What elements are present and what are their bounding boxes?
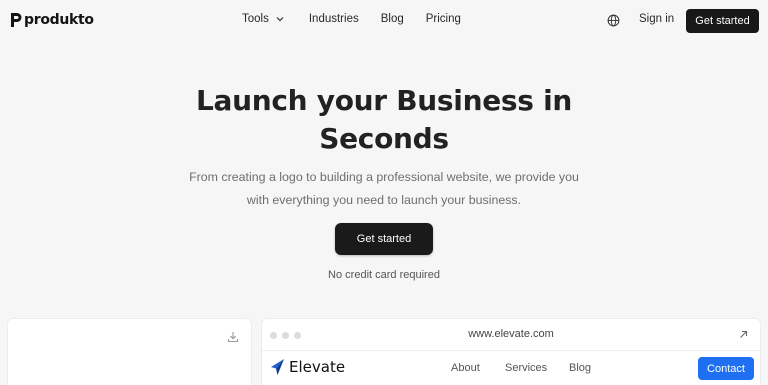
website-preview-window: www.elevate.com Elevate About Services B… bbox=[261, 318, 761, 385]
hero-title-line1: Launch your Business in bbox=[195, 84, 573, 117]
chevron-down-icon bbox=[276, 17, 284, 22]
hero-subtitle-line1: From creating a logo to building a profe… bbox=[189, 170, 579, 184]
hero-subtitle: From creating a logo to building a profe… bbox=[184, 166, 584, 212]
nav-industries[interactable]: Industries bbox=[309, 13, 359, 25]
nav-tools-label: Tools bbox=[242, 13, 269, 25]
globe-icon[interactable] bbox=[607, 14, 620, 27]
nav-pricing[interactable]: Pricing bbox=[426, 13, 461, 25]
external-link-icon[interactable] bbox=[739, 330, 748, 339]
nav-get-started-button[interactable]: Get started bbox=[686, 9, 759, 33]
preview-nav-about[interactable]: About bbox=[451, 362, 480, 374]
preview-nav-blog[interactable]: Blog bbox=[569, 362, 591, 374]
nav-tools[interactable]: Tools bbox=[242, 13, 284, 25]
preview-nav-services[interactable]: Services bbox=[505, 362, 547, 374]
elevate-logo[interactable]: Elevate bbox=[270, 358, 345, 376]
brand-name: produkto bbox=[24, 12, 94, 28]
main-nav-links: Tools Industries Blog Pricing bbox=[242, 13, 461, 25]
brand-logo[interactable]: produkto bbox=[9, 11, 94, 29]
elevate-site-name: Elevate bbox=[289, 358, 346, 376]
hero-get-started-button[interactable]: Get started bbox=[335, 223, 433, 255]
top-nav: produkto Tools Industries Blog Pricing S… bbox=[0, 0, 768, 42]
preview-contact-button[interactable]: Contact bbox=[698, 357, 754, 380]
produkto-logo-icon bbox=[11, 13, 22, 27]
nav-blog[interactable]: Blog bbox=[381, 13, 404, 25]
sign-in-link[interactable]: Sign in bbox=[639, 13, 674, 25]
browser-url: www.elevate.com bbox=[468, 328, 554, 340]
hero-subtitle-line2: with everything you need to launch your … bbox=[246, 193, 522, 207]
logo-preview-card bbox=[7, 318, 252, 385]
hero-title-line2: Seconds bbox=[319, 122, 449, 155]
no-credit-card-note: No credit card required bbox=[328, 269, 440, 281]
browser-toolbar: www.elevate.com bbox=[262, 319, 760, 351]
elevate-logo-icon bbox=[271, 359, 284, 375]
hero-title: Launch your Business in Seconds bbox=[0, 82, 768, 158]
download-icon[interactable] bbox=[227, 331, 239, 343]
preview-site-nav: Elevate About Services Blog Contact bbox=[262, 352, 760, 385]
